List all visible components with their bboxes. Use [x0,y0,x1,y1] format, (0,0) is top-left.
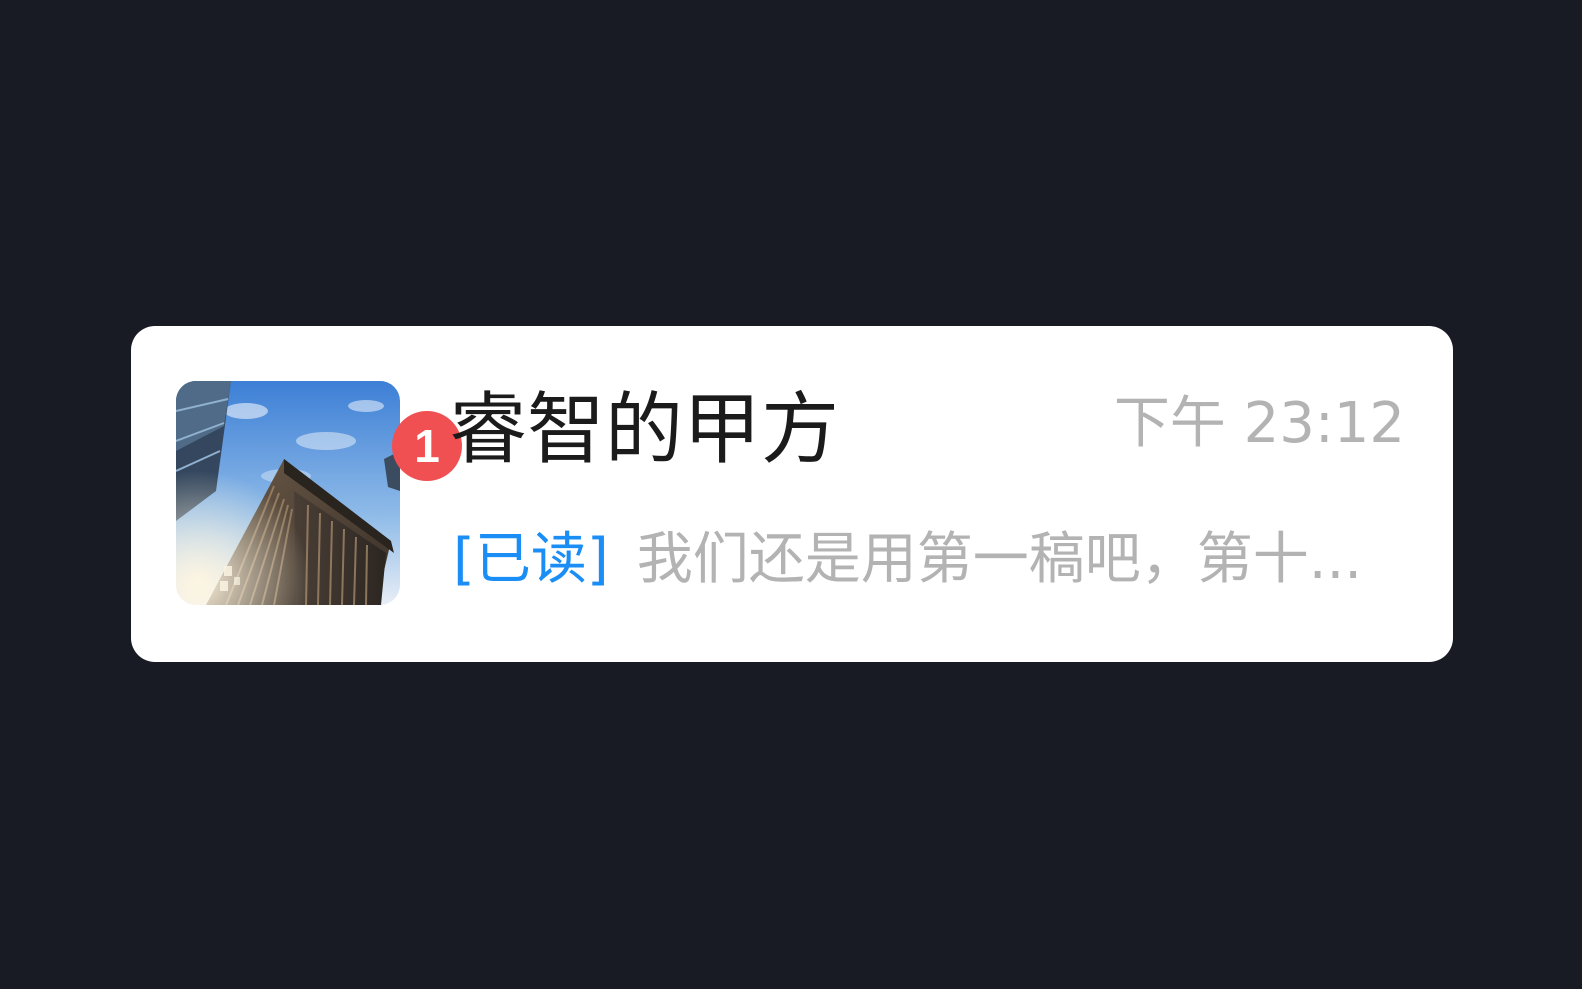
message-preview: 我们还是用第一稿吧，第十... [636,527,1363,592]
building-photo-avatar-icon [176,381,400,605]
contact-name: 睿智的甲方 [449,385,840,475]
avatar-container: 1 [176,381,462,605]
read-status-label: [已读] [453,527,609,592]
avatar[interactable] [176,381,400,605]
chat-list-item[interactable]: 1 睿智的甲方 下午 23:12 [已读] 我们还是用第一稿吧，第十... [131,326,1453,662]
message-preview-row: [已读] 我们还是用第一稿吧，第十... [453,522,1405,598]
message-timestamp: 下午 23:12 [1113,391,1405,456]
